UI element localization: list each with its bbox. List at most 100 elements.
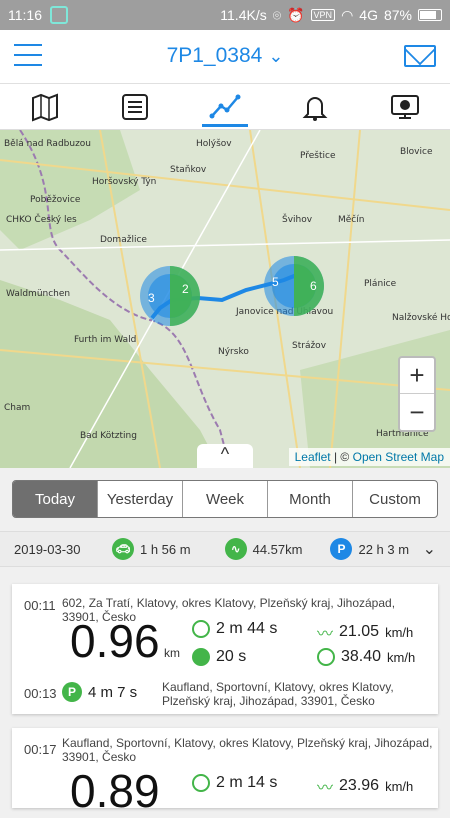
trip-distance: 0.89: [70, 765, 160, 817]
alarm-icon: ⏰: [287, 6, 305, 23]
summary-distance: ∿ 44.57km: [224, 538, 303, 560]
trip-drive-time: 2 m 44 s: [192, 620, 277, 638]
cluster-label: 3: [148, 291, 155, 305]
wifi-icon: ◠: [341, 6, 354, 23]
car-icon: 🚗︎: [112, 538, 134, 560]
trip-distance: 0.96: [70, 615, 160, 667]
map-canvas: Bělá nad Radbuzou Holýšov Přeštice Blovi…: [0, 130, 450, 468]
map-label: Nalžovské Hory: [392, 312, 450, 323]
clock-icon: [192, 774, 210, 792]
trip-drive-time: 2 m 14 s: [192, 774, 277, 792]
scan-icon: [50, 6, 68, 24]
status-time: 11:16: [8, 7, 42, 23]
parking-icon: P: [330, 538, 353, 560]
speedometer-icon: [317, 648, 335, 666]
map-label: Měčín: [338, 214, 364, 225]
route-map[interactable]: Bělá nad Radbuzou Holýšov Přeštice Blovi…: [0, 130, 450, 468]
trip-start-time: 00:17: [24, 742, 57, 757]
trip-avg-speed: 〰 23.96 km/h: [317, 774, 413, 798]
osm-link[interactable]: Open Street Map: [353, 450, 444, 464]
zoom-out-button[interactable]: −: [400, 394, 434, 430]
tab-alerts[interactable]: [270, 84, 360, 129]
map-label: Domažlice: [100, 235, 147, 245]
period-custom[interactable]: Custom: [353, 481, 437, 517]
chevron-down-icon[interactable]: ⌄: [423, 539, 436, 559]
summary-date: 2019-03-30: [14, 541, 81, 557]
vpn-badge: VPN: [310, 9, 336, 21]
route-chart-icon: [209, 94, 241, 118]
cluster-label: 5: [272, 275, 279, 289]
route-icon: ∿: [224, 538, 247, 560]
day-summary[interactable]: 2019-03-30 🚗︎ 1 h 56 m ∿ 44.57km P 22 h …: [0, 531, 450, 567]
clock-icon: [192, 620, 210, 638]
summary-distance-value: 44.57km: [252, 541, 303, 557]
map-collapse-button[interactable]: ^: [197, 444, 253, 468]
period-today[interactable]: Today: [13, 481, 98, 517]
trip-distance-unit: km: [164, 646, 180, 660]
tab-screen[interactable]: [360, 84, 450, 129]
trip-idle-time: 20 s: [192, 648, 246, 666]
cluster-label: 2: [182, 282, 189, 296]
summary-duration-value: 1 h 56 m: [140, 541, 191, 557]
zoom-controls: + −: [398, 356, 436, 432]
chevron-up-icon: ^: [220, 444, 230, 464]
map-attribution: Leaflet | © Open Street Map: [288, 448, 450, 466]
cluster-label: 6: [310, 279, 317, 293]
period-month[interactable]: Month: [268, 481, 353, 517]
battery-icon: [418, 9, 442, 21]
vehicle-title: 7P1_0384: [166, 44, 263, 67]
map-icon: [32, 93, 58, 121]
vehicle-selector[interactable]: 7P1_0384 ⌄: [0, 44, 450, 68]
map-label: Waldmünchen: [6, 289, 70, 299]
summary-parking: P 22 h 3 m: [330, 538, 409, 560]
idle-icon: [192, 648, 210, 666]
list-icon: [122, 93, 148, 120]
attribution-separator: | ©: [330, 450, 353, 464]
leaflet-link[interactable]: Leaflet: [295, 450, 331, 464]
period-yesterday[interactable]: Yesterday: [98, 481, 183, 517]
tab-map[interactable]: [0, 84, 90, 129]
trip-end-time: 00:13: [24, 686, 57, 701]
trip-card[interactable]: 00:11 602, Za Tratí, Klatovy, okres Klat…: [12, 584, 438, 714]
map-label: Strážov: [292, 341, 327, 351]
map-label: Poběžovice: [30, 195, 81, 205]
map-label: Bělá nad Radbuzou: [4, 139, 91, 149]
network-type: 4G: [359, 7, 378, 23]
app-header: 7P1_0384 ⌄: [0, 30, 450, 84]
marker-cluster[interactable]: 5 6: [264, 256, 324, 316]
map-label: Horšovský Týn: [92, 176, 156, 187]
map-label: Blovice: [400, 147, 433, 157]
avg-speed-icon: 〰: [317, 626, 334, 643]
map-label: Nýrsko: [218, 347, 249, 357]
trip-card[interactable]: 00:17 Kaufland, Sportovní, Klatovy, okre…: [12, 728, 438, 817]
period-week[interactable]: Week: [183, 481, 268, 517]
trip-park-time: P4 m 7 s: [62, 682, 137, 702]
chevron-down-icon: ⌄: [268, 46, 284, 66]
summary-duration: 🚗︎ 1 h 56 m: [112, 538, 191, 560]
map-label: Bad Kötzting: [80, 431, 137, 441]
map-label: Švihov: [282, 213, 313, 225]
summary-parking-value: 22 h 3 m: [358, 541, 410, 557]
status-bar: 11:16 11.4K/s ⌾ ⏰ VPN ◠ 4G 87%: [0, 0, 450, 30]
battery-percent: 87%: [383, 7, 412, 23]
avg-speed-icon: 〰: [317, 780, 334, 797]
monitor-icon: [391, 94, 419, 119]
trip-end-address: Kaufland, Sportovní, Klatovy, okres Klat…: [162, 680, 394, 708]
trip-max-speed: 38.40 km/h: [317, 648, 415, 666]
period-selector: Today Yesterday Week Month Custom: [12, 480, 438, 518]
map-label: Staňkov: [170, 164, 207, 175]
map-label: Plánice: [364, 279, 397, 289]
tab-chart[interactable]: [180, 84, 270, 129]
trip-start-time: 00:11: [24, 598, 56, 613]
location-icon: ⌾: [272, 6, 282, 23]
bell-icon: [302, 96, 328, 121]
network-speed: 11.4K/s: [220, 7, 267, 23]
map-label: Holýšov: [196, 138, 232, 149]
map-label: CHKO Český les: [6, 213, 77, 225]
trip-avg-speed: 〰 21.05 km/h: [317, 620, 413, 644]
zoom-in-button[interactable]: +: [400, 358, 434, 394]
mail-icon[interactable]: [404, 45, 436, 67]
tab-list[interactable]: [90, 84, 180, 129]
trip-start-address: Kaufland, Sportovní, Klatovy, okres Klat…: [62, 736, 433, 764]
marker-cluster[interactable]: 3 2: [140, 266, 200, 326]
